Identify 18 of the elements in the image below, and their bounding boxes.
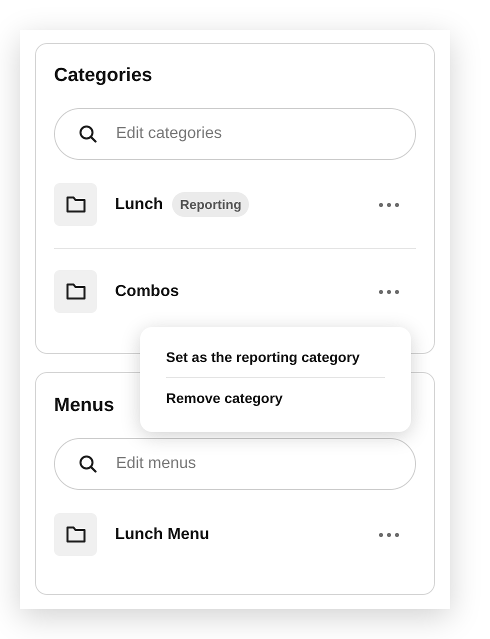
search-icon [79, 455, 97, 473]
more-icon[interactable] [378, 288, 400, 294]
folder-icon [66, 196, 86, 213]
search-icon [79, 125, 97, 143]
item-name: Lunch Menu [115, 524, 210, 544]
folder-icon [66, 526, 86, 543]
section-title: Menus [54, 394, 114, 418]
menu-item[interactable]: Set as the reporting category [166, 347, 385, 367]
more-icon[interactable] [378, 532, 400, 538]
search-field[interactable]: Edit menus [54, 438, 416, 490]
reporting-badge: Reporting [172, 192, 250, 217]
more-icon[interactable] [378, 202, 400, 208]
item-name: Combos [115, 282, 179, 302]
search-field[interactable]: Edit categories [54, 108, 416, 160]
folder-icon [66, 283, 86, 300]
section-title: Categories [54, 64, 152, 88]
menu-item[interactable]: Remove category [166, 388, 385, 408]
item-name: Lunch [115, 194, 163, 214]
